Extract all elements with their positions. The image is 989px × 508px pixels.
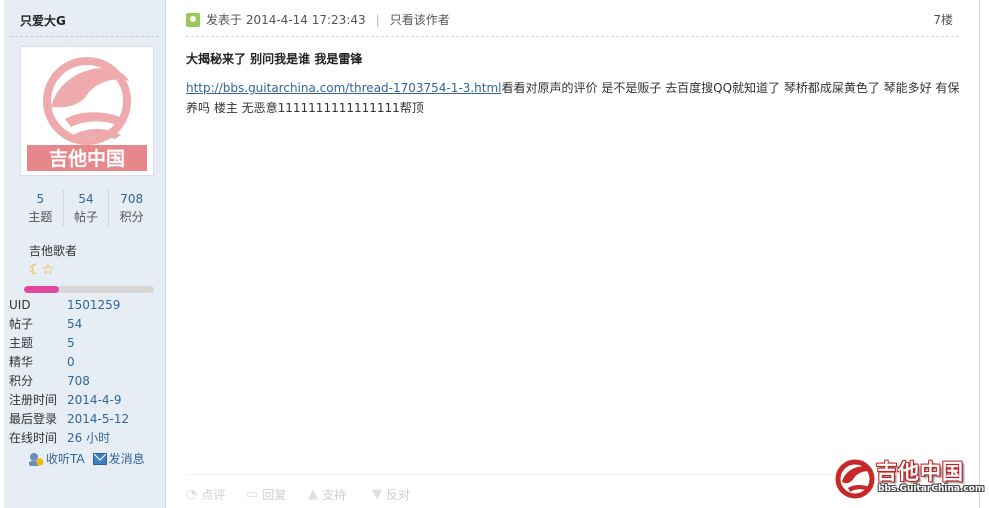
rank-icons: ☾☆ bbox=[29, 262, 54, 278]
info-key: UID bbox=[9, 298, 31, 312]
info-key: 最后登录 bbox=[9, 412, 58, 426]
stat-topics[interactable]: 5 主题 bbox=[18, 190, 64, 226]
info-key: 主题 bbox=[9, 336, 34, 350]
avatar-text: 吉他中国 bbox=[49, 147, 125, 170]
support-button[interactable]: ▲ 支持 bbox=[308, 486, 346, 503]
comment-button[interactable]: ◔ 点评 bbox=[186, 486, 225, 503]
info-value: 708 bbox=[67, 374, 90, 388]
divider bbox=[10, 36, 159, 37]
follow-button[interactable]: 收听TA bbox=[28, 450, 85, 467]
thumbs-down-icon: ▼ bbox=[372, 487, 382, 502]
info-row: 帖子 54 bbox=[9, 315, 159, 334]
stat-points[interactable]: 708 积分 bbox=[109, 190, 154, 226]
divider bbox=[186, 36, 959, 37]
message-label: 发消息 bbox=[108, 452, 145, 466]
mail-icon bbox=[92, 452, 107, 465]
floor-number[interactable]: 7楼 bbox=[933, 11, 953, 28]
rank-progress-fill bbox=[24, 286, 60, 293]
stat-value: 54 bbox=[78, 192, 94, 206]
avatar[interactable]: 吉他中国 bbox=[20, 46, 154, 176]
author-only-link[interactable]: 只看该作者 bbox=[390, 11, 450, 28]
author-sidebar: 只爱大G 吉他中国 5 主题 54 帖子 708 积分 吉他歌者 ☾☆ UID … bbox=[4, 0, 166, 508]
support-label: 支持 bbox=[322, 488, 347, 502]
info-row: 积分 708 bbox=[9, 372, 159, 391]
comment-icon: ◔ bbox=[186, 487, 198, 502]
watermark-url: bbs.GuitarChina.com bbox=[878, 484, 985, 494]
post-time: 发表于 2014-4-14 17:23:43 bbox=[206, 13, 366, 27]
info-row: 在线时间 26 小时 bbox=[9, 429, 159, 448]
post-meta: 发表于 2014-4-14 17:23:43 | 只看该作者 bbox=[186, 11, 450, 28]
thumbs-up-icon: ▲ bbox=[308, 487, 318, 502]
site-watermark: 吉他中国 bbs.GuitarChina.com bbox=[834, 456, 984, 500]
info-key: 精华 bbox=[9, 355, 34, 369]
stat-value: 708 bbox=[120, 192, 144, 206]
moon-icon: ☾ bbox=[29, 262, 42, 278]
info-value: 2014-5-12 bbox=[67, 412, 130, 426]
follow-label: 收听TA bbox=[46, 452, 85, 466]
star-icon: ☆ bbox=[41, 262, 55, 278]
info-value[interactable]: 54 bbox=[67, 315, 82, 334]
stat-value: 5 bbox=[36, 192, 45, 206]
reply-button[interactable]: ▭ 回复 bbox=[246, 486, 286, 503]
info-row: UID 1501259 bbox=[9, 296, 159, 315]
post-main: 发表于 2014-4-14 17:23:43 | 只看该作者 7楼 大揭秘来了 … bbox=[166, 0, 980, 508]
info-value[interactable]: 1501259 bbox=[67, 296, 120, 315]
info-row: 主题 5 bbox=[9, 334, 159, 353]
stat-label: 积分 bbox=[119, 210, 144, 224]
thread-link[interactable]: http://bbs.guitarchina.com/thread-170375… bbox=[186, 81, 502, 95]
user-stats: 5 主题 54 帖子 708 积分 bbox=[18, 190, 154, 226]
reply-icon: ▭ bbox=[246, 487, 259, 502]
post-title: 大揭秘来了 别问我是谁 我是雷锋 bbox=[186, 52, 363, 66]
info-value: 0 bbox=[67, 355, 75, 369]
follow-icon bbox=[29, 452, 44, 466]
info-key: 积分 bbox=[9, 374, 34, 388]
info-value: 26 小时 bbox=[67, 431, 111, 445]
info-row: 精华 0 bbox=[9, 353, 159, 372]
info-key: 帖子 bbox=[9, 317, 34, 331]
stat-posts[interactable]: 54 帖子 bbox=[64, 190, 110, 226]
info-row: 最后登录 2014-5-12 bbox=[9, 410, 159, 429]
watermark-title: 吉他中国 bbox=[876, 460, 964, 484]
comment-label: 点评 bbox=[201, 488, 226, 502]
info-key: 在线时间 bbox=[9, 431, 58, 445]
oppose-label: 反对 bbox=[386, 488, 411, 502]
user-actions: 收听TA 发消息 bbox=[28, 450, 145, 467]
info-value[interactable]: 5 bbox=[67, 334, 75, 353]
rank-title[interactable]: 吉他歌者 bbox=[29, 242, 77, 259]
info-key: 注册时间 bbox=[9, 393, 58, 407]
stat-label: 主题 bbox=[28, 210, 53, 224]
info-row: 注册时间 2014-4-9 bbox=[9, 391, 159, 410]
reply-label: 回复 bbox=[262, 488, 287, 502]
rank-progress-bar bbox=[24, 286, 154, 293]
guitar-china-logo-icon: 吉他中国 bbox=[27, 57, 147, 171]
post-content: http://bbs.guitarchina.com/thread-170375… bbox=[186, 78, 966, 118]
guitar-china-watermark-icon bbox=[835, 459, 875, 499]
user-info-list: UID 1501259 帖子 54 主题 5 精华 0 积分 708 注册时间 2014-4… bbox=[9, 296, 159, 448]
oppose-button[interactable]: ▼ 反对 bbox=[372, 486, 410, 503]
info-value: 2014-4-9 bbox=[67, 393, 122, 407]
stat-label: 帖子 bbox=[74, 210, 99, 224]
online-user-icon bbox=[186, 12, 200, 27]
send-message-button[interactable]: 发消息 bbox=[92, 450, 145, 467]
meta-divider: | bbox=[375, 12, 380, 27]
author-name[interactable]: 只爱大G bbox=[20, 12, 66, 29]
